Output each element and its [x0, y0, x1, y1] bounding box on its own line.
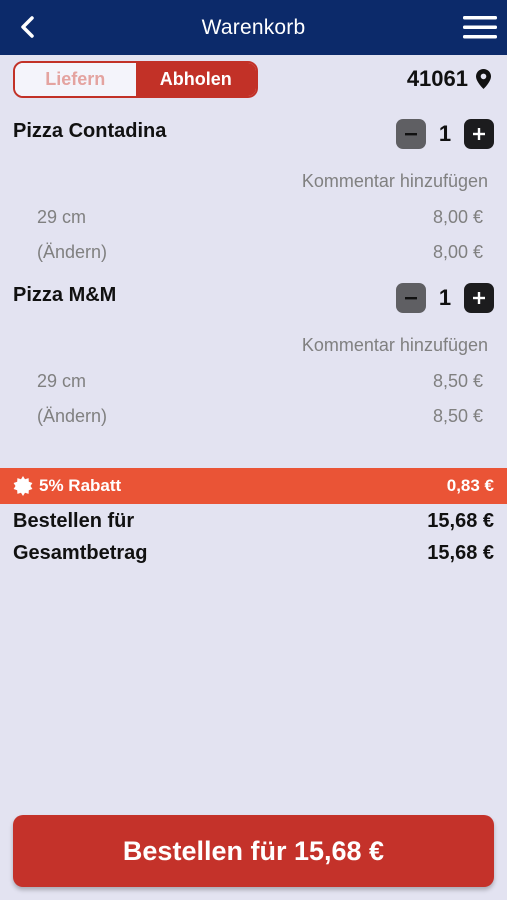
option-size-price: 8,50 € [432, 371, 483, 391]
postal-code: 41061 [406, 66, 468, 91]
chevron-left-icon [21, 16, 34, 38]
minus-icon [405, 133, 417, 136]
tab-liefern[interactable]: Liefern [15, 63, 136, 96]
quantity-stepper: 1 [396, 283, 494, 313]
decrease-quantity-button[interactable] [396, 283, 426, 313]
app-header: Warenkorb [0, 0, 507, 55]
option-size-label: 29 cm [37, 371, 87, 391]
place-order-label: Bestellen für 15,68 € [122, 835, 385, 866]
hamburger-menu-icon [463, 16, 497, 39]
discount-banner: 5% Rabatt 0,83 € [0, 468, 507, 504]
item-subtotal: 8,00 € [432, 242, 483, 262]
change-option-link[interactable]: (Ändern) [37, 406, 107, 427]
menu-button[interactable] [463, 15, 497, 41]
cart-item-name: Pizza Contadina [13, 120, 167, 142]
order-for-row: Bestellen für 15,68 € [13, 510, 494, 533]
change-option-link[interactable]: (Ändern) [37, 242, 107, 263]
add-comment-link[interactable]: Kommentar hinzufügen [302, 171, 488, 192]
option-size-label: 29 cm [37, 207, 87, 227]
quantity-value: 1 [438, 121, 452, 146]
decrease-quantity-button[interactable] [396, 119, 426, 149]
discount-value: 0,83 € [446, 476, 494, 495]
plus-icon [473, 292, 485, 304]
quantity-value: 1 [438, 285, 452, 310]
location-selector[interactable]: 41061 [407, 64, 491, 94]
increase-quantity-button[interactable] [464, 283, 494, 313]
discount-label: 5% Rabatt [39, 476, 122, 495]
map-pin-icon [476, 69, 491, 89]
delivery-mode-toggle: Liefern Abholen [13, 61, 258, 98]
total-value: 15,68 € [427, 542, 494, 564]
back-button[interactable] [14, 13, 42, 41]
tab-abholen[interactable]: Abholen [135, 63, 256, 96]
plus-icon [473, 128, 485, 140]
total-label: Gesamtbetrag [13, 542, 148, 564]
order-for-value: 15,68 € [427, 510, 494, 532]
cart-item-name: Pizza M&M [13, 284, 117, 306]
order-for-label: Bestellen für [13, 510, 135, 532]
minus-icon [405, 297, 417, 300]
quantity-stepper: 1 [396, 119, 494, 149]
page-title: Warenkorb [201, 15, 306, 39]
total-row: Gesamtbetrag 15,68 € [13, 542, 494, 565]
item-subtotal: 8,50 € [432, 406, 483, 426]
badge-burst-icon [13, 476, 33, 496]
increase-quantity-button[interactable] [464, 119, 494, 149]
add-comment-link[interactable]: Kommentar hinzufügen [302, 335, 488, 356]
option-size-price: 8,00 € [432, 207, 483, 227]
place-order-button[interactable]: Bestellen für 15,68 € [13, 815, 494, 887]
